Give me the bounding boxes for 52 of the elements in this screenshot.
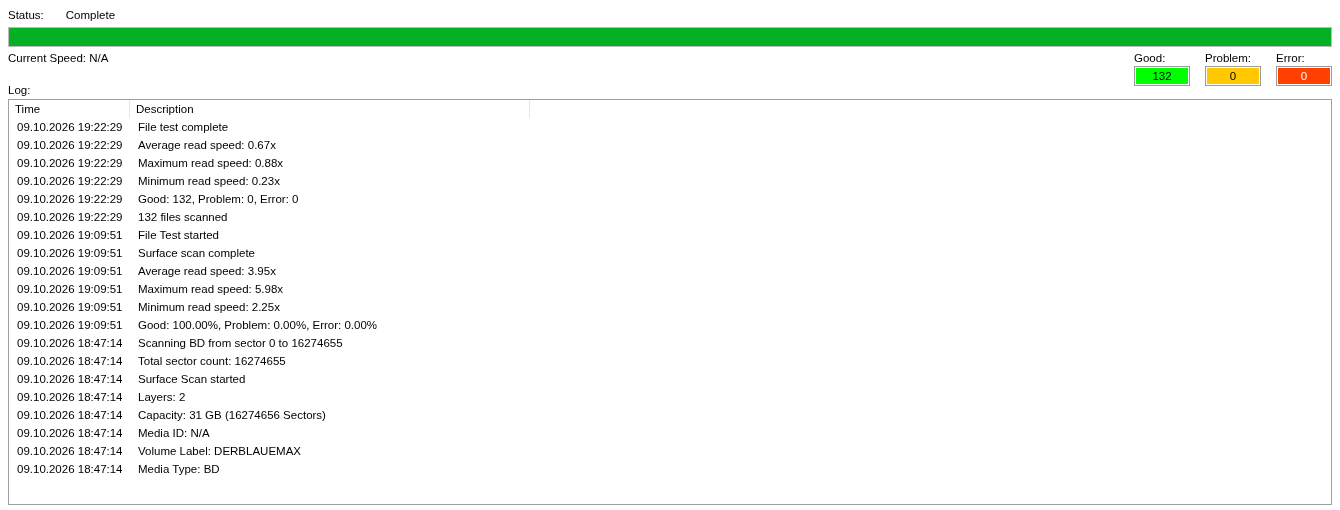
table-cell-text: 09.10.2026 18:47:14 bbox=[16, 409, 124, 421]
table-cell-text: 09.10.2026 19:09:51 bbox=[16, 319, 124, 331]
counter-label: Error: bbox=[1276, 52, 1306, 64]
current-speed: Current Speed: N/A bbox=[8, 52, 109, 64]
table-cell-text: 09.10.2026 19:09:51 bbox=[16, 301, 124, 313]
table-cell-text: 09.10.2026 19:09:51 bbox=[16, 265, 124, 277]
table-cell-text: Volume Label: DERBLAUEMAX bbox=[137, 445, 302, 457]
counter-value: 0 bbox=[1205, 66, 1261, 86]
table-cell-text: File test complete bbox=[137, 121, 230, 133]
table-cell-text: 09.10.2026 18:47:14 bbox=[16, 355, 124, 367]
table-cell-text: 09.10.2026 18:47:14 bbox=[16, 445, 124, 457]
table-cell-text: Maximum read speed: 0.88x bbox=[137, 157, 285, 169]
table-cell-text: Maximum read speed: 5.98x bbox=[137, 283, 285, 295]
table-cell-text: 09.10.2026 19:22:29 bbox=[16, 211, 124, 223]
table-cell-text: 09.10.2026 18:47:14 bbox=[16, 337, 124, 349]
table-cell-text: 09.10.2026 19:22:29 bbox=[16, 121, 124, 133]
column-header[interactable]: Description bbox=[130, 100, 530, 118]
table-cell-text: Surface Scan started bbox=[137, 373, 247, 385]
table-cell-text: 09.10.2026 19:09:51 bbox=[16, 283, 124, 295]
table-cell-text: 09.10.2026 19:22:29 bbox=[16, 157, 124, 169]
table-cell-text: 09.10.2026 19:22:29 bbox=[16, 193, 124, 205]
table-cell-text: 09.10.2026 19:22:29 bbox=[16, 175, 124, 187]
table-cell-text: Layers: 2 bbox=[137, 391, 187, 403]
counter-value: 0 bbox=[1276, 66, 1332, 86]
table-cell-text: Media Type: BD bbox=[137, 463, 221, 475]
table-cell-text: 09.10.2026 19:09:51 bbox=[16, 247, 124, 259]
table-cell-text: File Test started bbox=[137, 229, 220, 241]
table-cell-text: 09.10.2026 18:47:14 bbox=[16, 427, 124, 439]
table-cell-text: Capacity: 31 GB (16274656 Sectors) bbox=[137, 409, 327, 421]
table-cell-text: 132 files scanned bbox=[137, 211, 229, 223]
table-cell-text: Average read speed: 3.95x bbox=[137, 265, 277, 277]
table-cell-text: 09.10.2026 19:09:51 bbox=[16, 229, 124, 241]
counter-label: Good: bbox=[1134, 52, 1167, 64]
table-cell-text: 09.10.2026 19:22:29 bbox=[16, 139, 124, 151]
table-cell-text: 09.10.2026 18:47:14 bbox=[16, 391, 124, 403]
table-cell-text: Scanning BD from sector 0 to 16274655 bbox=[137, 337, 344, 349]
table-cell-text: Minimum read speed: 0.23x bbox=[137, 175, 281, 187]
table-cell-text: 09.10.2026 18:47:14 bbox=[16, 373, 124, 385]
table-cell-text: Good: 100.00%, Problem: 0.00%, Error: 0.00% bbox=[137, 319, 379, 331]
table-cell-text: Total sector count: 16274655 bbox=[137, 355, 287, 367]
counter-value: 132 bbox=[1134, 66, 1190, 86]
status-label: Status: bbox=[8, 8, 44, 21]
table-cell-text: Minimum read speed: 2.25x bbox=[137, 301, 281, 313]
counter-label: Problem: bbox=[1205, 52, 1253, 64]
log-label: Log: bbox=[8, 84, 32, 96]
table-cell-text: 09.10.2026 18:47:14 bbox=[16, 463, 124, 475]
table-cell-text: Surface scan complete bbox=[137, 247, 256, 259]
column-header[interactable]: Time bbox=[9, 100, 130, 118]
table-cell-text: Good: 132, Problem: 0, Error: 0 bbox=[137, 193, 300, 205]
status-value: Complete bbox=[65, 8, 116, 21]
table-cell-text: Media ID: N/A bbox=[137, 427, 211, 439]
table-cell-text: Average read speed: 0.67x bbox=[137, 139, 277, 151]
